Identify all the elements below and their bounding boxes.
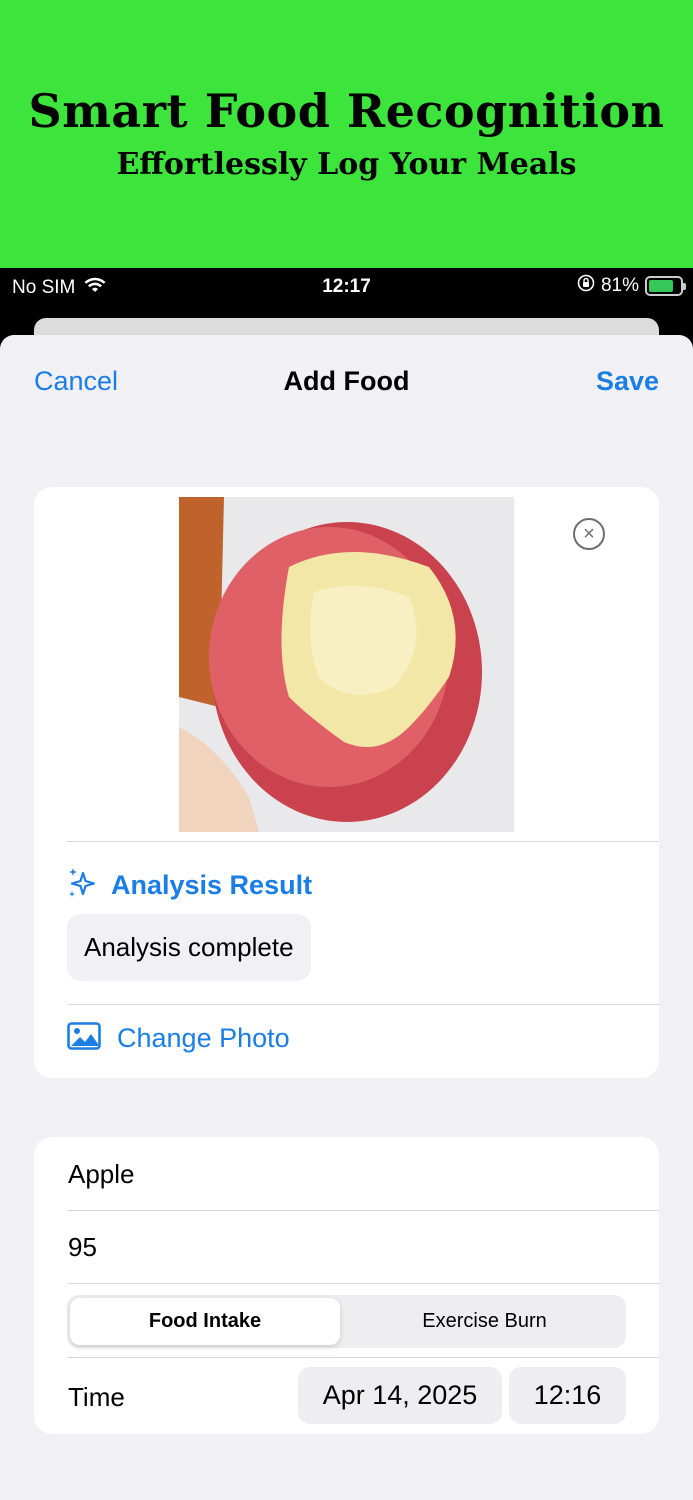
battery-icon <box>645 276 686 296</box>
promo-banner: Smart Food Recognition Effortlessly Log … <box>0 0 693 268</box>
remove-photo-icon[interactable]: × <box>573 518 605 550</box>
add-food-sheet: Cancel Add Food Save × Analysis Result A… <box>0 335 693 1500</box>
segment-exercise-burn[interactable]: Exercise Burn <box>346 1298 623 1345</box>
photo-icon <box>67 1022 101 1055</box>
divider <box>67 1004 659 1005</box>
intake-type-segmented-control: Food Intake Exercise Burn <box>67 1295 626 1348</box>
sparkles-icon <box>67 867 97 904</box>
change-photo-button[interactable]: Change Photo <box>67 1022 290 1055</box>
food-details-card: Apple 95 Food Intake Exercise Burn Time … <box>34 1137 659 1434</box>
divider <box>67 841 659 842</box>
cancel-button[interactable]: Cancel <box>34 366 118 397</box>
calories-field[interactable]: 95 <box>68 1232 97 1263</box>
change-photo-label: Change Photo <box>117 1023 290 1053</box>
food-name-field[interactable]: Apple <box>68 1159 135 1190</box>
photo-card: × Analysis Result Analysis complete Chan… <box>34 487 659 1078</box>
battery-percent: 81% <box>600 275 639 296</box>
divider <box>67 1210 659 1211</box>
food-photo <box>179 497 514 832</box>
banner-subtitle: Effortlessly Log Your Meals <box>116 147 577 182</box>
segment-food-intake[interactable]: Food Intake <box>70 1298 340 1345</box>
date-picker[interactable]: Apr 14, 2025 <box>298 1367 502 1424</box>
divider <box>67 1357 659 1358</box>
time-label: Time <box>68 1382 125 1412</box>
analysis-header: Analysis Result <box>67 867 312 904</box>
analysis-result-title: Analysis Result <box>111 870 313 900</box>
nav-bar: Cancel Add Food Save <box>0 335 693 430</box>
divider <box>67 1283 659 1284</box>
banner-title: Smart Food Recognition <box>28 84 665 138</box>
time-picker[interactable]: 12:16 <box>509 1367 626 1424</box>
orientation-lock-icon <box>577 274 595 298</box>
status-bar: No SIM 12:17 81% <box>0 268 693 308</box>
analysis-status: Analysis complete <box>67 914 311 981</box>
save-button[interactable]: Save <box>596 366 659 397</box>
